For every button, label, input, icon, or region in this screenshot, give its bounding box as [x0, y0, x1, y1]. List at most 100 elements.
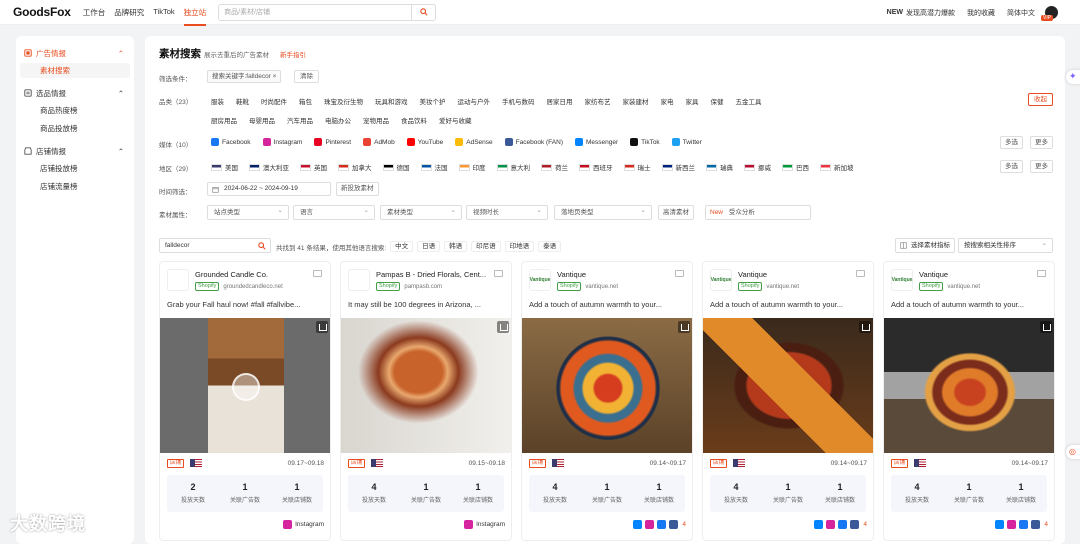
region-item[interactable]: 瑞典: [706, 162, 733, 172]
category-item[interactable]: 箱包: [299, 96, 312, 106]
language-select[interactable]: 简体中文: [1007, 8, 1035, 18]
media-item[interactable]: Instagram: [262, 138, 302, 146]
shop-name[interactable]: Vantique: [557, 270, 677, 279]
sidebar-item-product-heat[interactable]: 商品热度榜: [20, 103, 130, 118]
category-item[interactable]: 厨房用品: [211, 115, 237, 125]
messenger-icon[interactable]: [633, 520, 643, 529]
category-item[interactable]: 珠宝及衍生物: [324, 96, 363, 106]
facebook-fan-icon[interactable]: [850, 520, 860, 529]
region-item[interactable]: 澳大利亚: [249, 162, 289, 172]
region-item[interactable]: 荷兰: [541, 162, 568, 172]
category-item[interactable]: 鞋靴: [236, 96, 249, 106]
promo-link[interactable]: 发现高潜力爆款: [906, 8, 955, 18]
region-item[interactable]: 印度: [458, 162, 486, 172]
media-item[interactable]: Facebook: [211, 138, 251, 146]
instagram-icon[interactable]: [283, 520, 293, 529]
ad-image[interactable]: [703, 318, 873, 453]
region-item[interactable]: 新西兰: [661, 162, 695, 172]
facebook-icon[interactable]: [657, 520, 667, 529]
sidebar-section-shop-intel[interactable]: 店铺情报 ⌃: [16, 144, 134, 158]
chat-icon[interactable]: ◎: [1066, 445, 1080, 459]
clear-button[interactable]: 清除: [294, 70, 319, 83]
media-multi-select[interactable]: 多选: [1000, 136, 1023, 149]
ad-image[interactable]: [160, 318, 330, 453]
language-option[interactable]: 日语: [417, 241, 441, 252]
nav-brand-research[interactable]: 品牌研究: [114, 7, 144, 18]
media-item[interactable]: YouTube: [406, 138, 443, 146]
more-media-count[interactable]: 4: [1044, 521, 1048, 528]
keyword-chip[interactable]: 搜索关键字:falldecor ×: [207, 70, 282, 83]
shop-domain[interactable]: vantique.net: [947, 284, 980, 290]
instagram-icon[interactable]: [826, 520, 836, 529]
instagram-icon[interactable]: [1007, 520, 1017, 529]
category-item[interactable]: 五金工具: [736, 96, 762, 106]
region-item[interactable]: 加拿大: [338, 162, 372, 172]
sidebar-item-shop-ads[interactable]: 店铺投放榜: [20, 161, 130, 176]
shop-domain[interactable]: vantique.net: [585, 284, 618, 290]
select-metric-button[interactable]: 选择素材指标: [895, 238, 955, 253]
category-item[interactable]: 家电: [661, 96, 674, 106]
more-media-count[interactable]: 4: [682, 521, 686, 528]
nav-tiktok[interactable]: TikTok: [153, 7, 174, 18]
mail-icon[interactable]: [856, 270, 865, 277]
region-item[interactable]: 新加坡: [820, 162, 854, 172]
landing-page-dropdown[interactable]: 落地页类型: [554, 204, 652, 220]
media-more[interactable]: 更多: [1030, 136, 1053, 149]
media-item[interactable]: Pinterest: [314, 138, 351, 146]
video-duration-dropdown[interactable]: 视频时长: [466, 204, 548, 220]
avatar[interactable]: VIP: [1041, 6, 1058, 21]
download-icon[interactable]: [497, 321, 509, 333]
category-item[interactable]: 运动与户外: [458, 96, 491, 106]
top-search-input[interactable]: 商品/素材/店铺: [219, 7, 411, 17]
category-item[interactable]: 母婴用品: [249, 115, 275, 125]
shop-name[interactable]: Pampas B - Dried Florals, Cent...: [376, 270, 496, 279]
shop-domain[interactable]: pampasb.com: [404, 284, 442, 290]
sidebar-section-product-intel[interactable]: 选品情报 ⌃: [16, 86, 134, 100]
region-item[interactable]: 法国: [420, 162, 448, 172]
ad-card[interactable]: Pampas B - Dried Florals, Cent... Shopify…: [340, 261, 512, 541]
download-icon[interactable]: [316, 321, 328, 333]
media-item[interactable]: Messenger: [574, 138, 618, 146]
category-item[interactable]: 食品饮料: [401, 115, 427, 125]
sidebar-item-material-search[interactable]: 素材搜索: [20, 63, 130, 78]
shop-name[interactable]: Grounded Candle Co.: [195, 270, 315, 279]
sort-dropdown[interactable]: 按搜索相关性排序 ⌄: [958, 238, 1053, 253]
favorites-link[interactable]: 我的收藏: [967, 8, 995, 18]
goodsfox-logo[interactable]: GoodsFox: [13, 5, 71, 19]
region-item[interactable]: 西班牙: [579, 162, 613, 172]
mail-icon[interactable]: [494, 270, 503, 277]
category-item[interactable]: 美妆个护: [420, 96, 446, 106]
media-item[interactable]: Twitter: [671, 138, 702, 146]
more-media-count[interactable]: 4: [863, 521, 867, 528]
category-item[interactable]: 家装建材: [623, 96, 649, 106]
audience-analysis-dropdown[interactable]: New 受众分析: [705, 205, 811, 220]
ai-assistant-icon[interactable]: ✦: [1066, 70, 1080, 84]
ad-image[interactable]: [522, 318, 692, 453]
mail-icon[interactable]: [1037, 270, 1046, 277]
shop-name[interactable]: Vantique: [738, 270, 858, 279]
language-option[interactable]: 印尼语: [471, 241, 501, 252]
facebook-icon[interactable]: [838, 520, 848, 529]
ad-card[interactable]: Vantique Vantique Shopify vantique.net Add a…: [702, 261, 874, 541]
shop-name[interactable]: Vantique: [919, 270, 1039, 279]
language-option[interactable]: 韩语: [444, 241, 468, 252]
region-item[interactable]: 瑞士: [623, 162, 651, 172]
site-type-dropdown[interactable]: 站点类型: [207, 204, 289, 220]
category-item[interactable]: 家纺布艺: [585, 96, 611, 106]
search-icon[interactable]: [258, 242, 266, 250]
category-item[interactable]: 汽车用品: [287, 115, 313, 125]
region-item[interactable]: 挪威: [744, 162, 771, 172]
sidebar-item-product-ads[interactable]: 商品投放榜: [20, 121, 130, 136]
ad-card[interactable]: Vantique Vantique Shopify vantique.net Add a…: [521, 261, 693, 541]
language-dropdown[interactable]: 语言: [293, 204, 375, 220]
language-option[interactable]: 泰语: [538, 241, 562, 252]
instagram-icon[interactable]: [464, 520, 474, 529]
messenger-icon[interactable]: [995, 520, 1005, 529]
category-item[interactable]: 玩具和游戏: [375, 96, 408, 106]
category-item[interactable]: 保健: [711, 96, 724, 106]
instagram-icon[interactable]: [645, 520, 655, 529]
ad-card[interactable]: Grounded Candle Co. Shopify groundedcandle…: [159, 261, 331, 541]
ad-image[interactable]: [341, 318, 511, 453]
region-item[interactable]: 德国: [382, 162, 410, 172]
shop-domain[interactable]: vantique.net: [766, 284, 799, 290]
